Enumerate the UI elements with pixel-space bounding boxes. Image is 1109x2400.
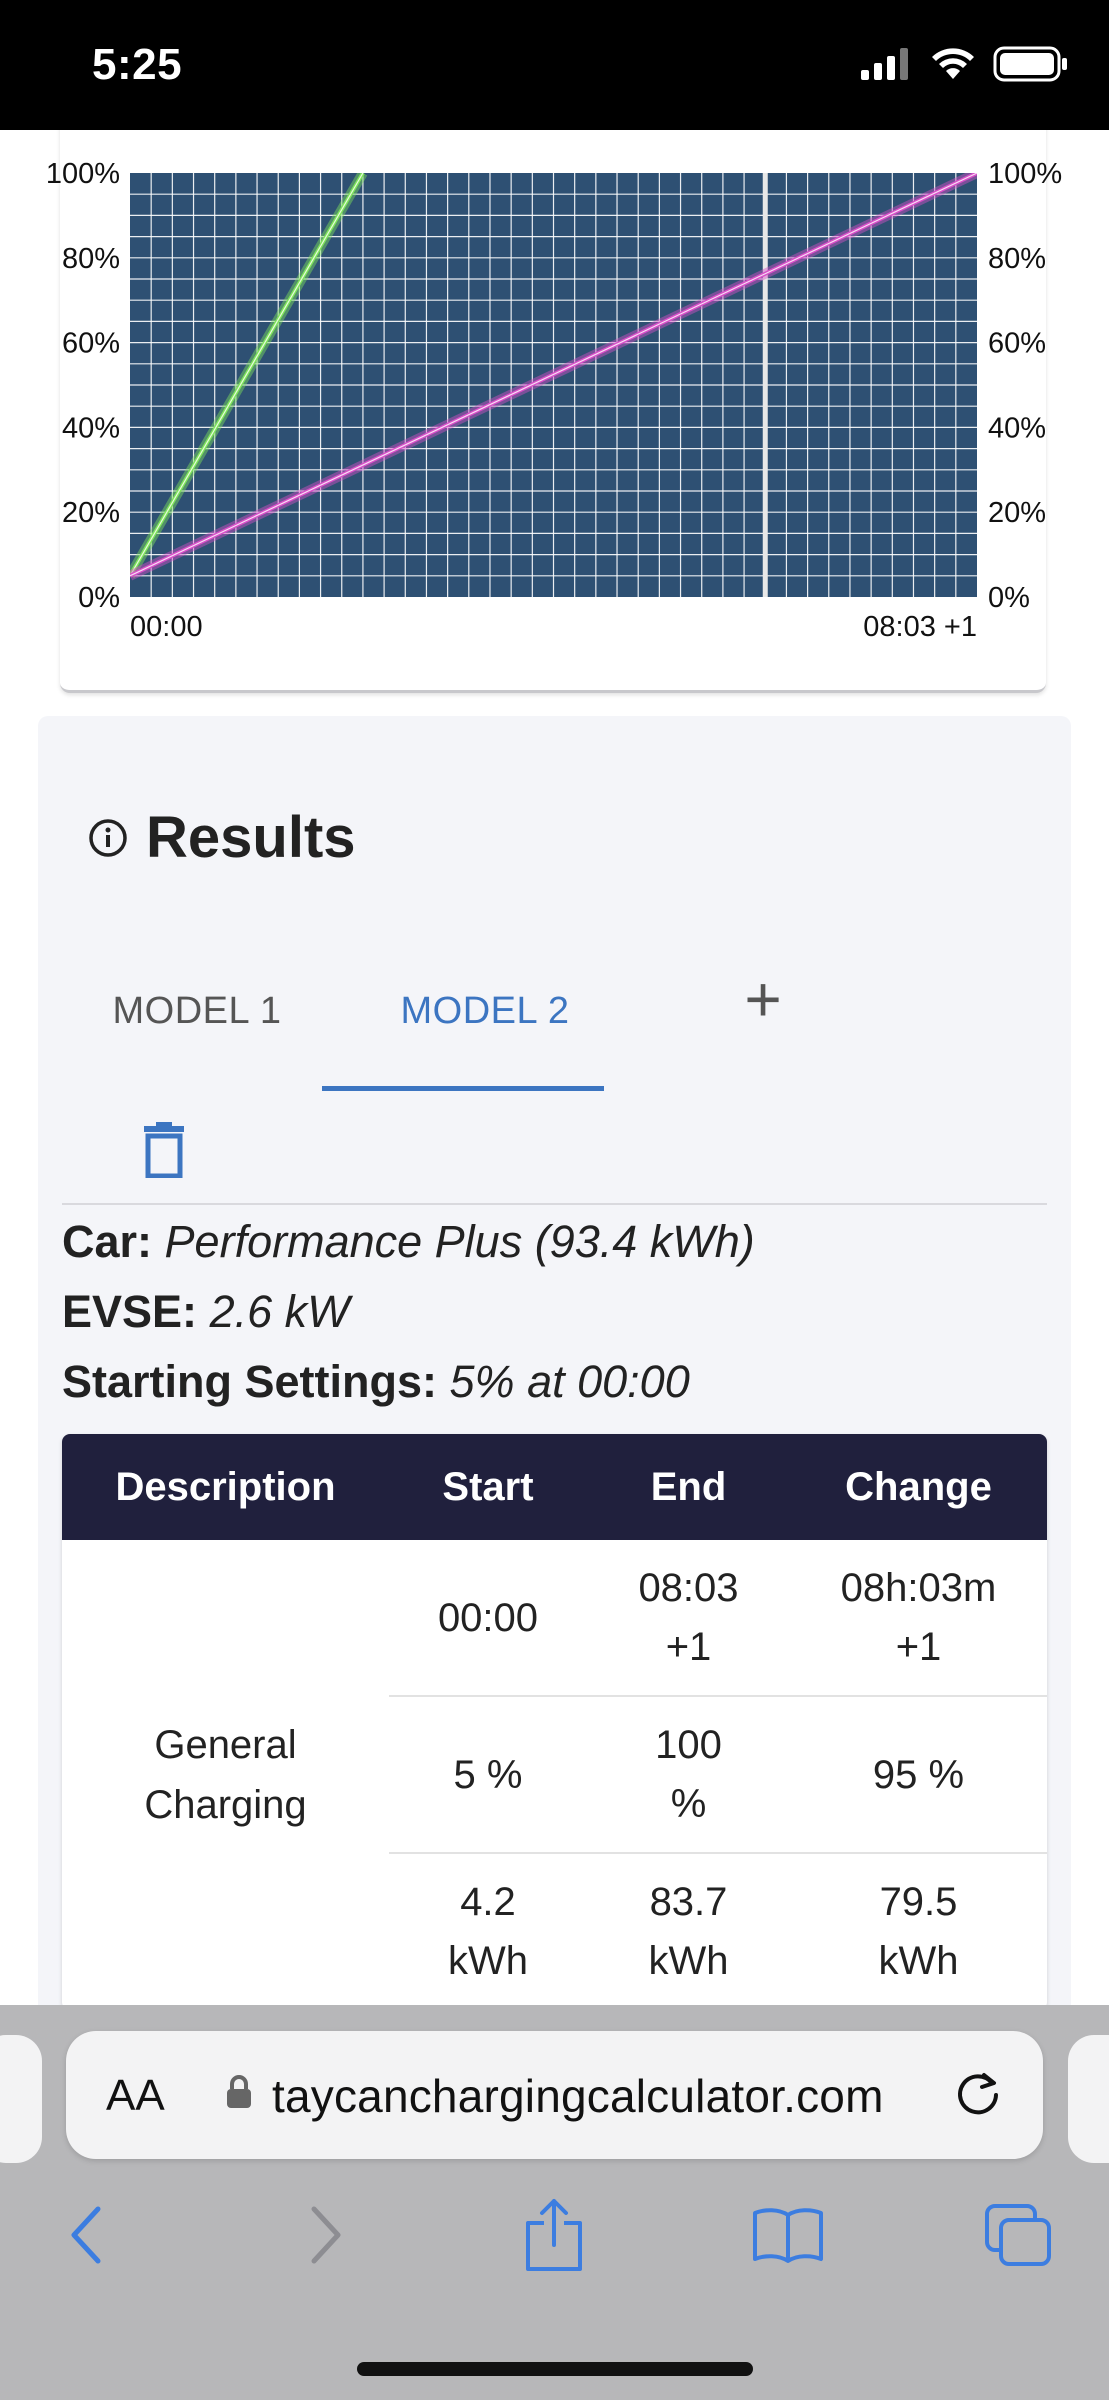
change-cell: 08h:03m +1 [840, 1566, 997, 1669]
column-header-description: Description [115, 1464, 336, 1509]
table-row-percent: 5 % 100% 95 % [389, 1697, 1047, 1853]
chart-y-tick-label-left: 20% [62, 497, 120, 529]
status-time: 5:25 [92, 40, 183, 89]
chart-y-tick-label-right: 60% [988, 328, 1046, 360]
info-icon [89, 818, 127, 857]
book-icon [753, 2208, 823, 2263]
chart-y-tick-label-left: 100% [46, 158, 120, 190]
chart-y-tick-label-right: 0% [988, 582, 1030, 614]
table-body: General Charging 00:00 08:03 +1 08h:03m +1… [62, 1540, 1047, 2005]
evse-info: EVSE: 2.6 kW [62, 1286, 350, 1338]
chart-y-tick-label-left: 80% [62, 243, 120, 275]
table-row-energy: 4.2 kWh 83.7 kWh 79.5 kWh [389, 1854, 1047, 2005]
description-cell: General Charging [62, 1540, 389, 2005]
page-content: 0% 0% 20% 20% 40% 40% 60% 60% 80% 80% 100% 100% 00:0… [0, 130, 1109, 2005]
end-cell: 83.7 kWh [648, 1880, 729, 1983]
previous-tab-preview[interactable] [0, 2035, 42, 2163]
tab-model-1[interactable]: MODEL 1 [62, 976, 332, 1046]
end-cell: 100% [655, 1723, 722, 1826]
back-button[interactable] [46, 2195, 126, 2275]
evse-value: 2.6 kW [209, 1286, 350, 1337]
wifi-icon [932, 48, 974, 79]
change-cell: 95 % [872, 1752, 965, 1797]
change-cell: 79.5 kWh [878, 1880, 959, 1983]
trash-icon [144, 1122, 184, 1178]
starting-settings-value: 5% at 00:00 [449, 1356, 690, 1407]
results-title: Results [146, 805, 356, 870]
share-button[interactable] [514, 2195, 594, 2275]
reload-icon[interactable] [950, 2067, 1006, 2123]
charging-chart-card: 0% 0% 20% 20% 40% 40% 60% 60% 80% 80% 100% 100% 00:0… [46, 130, 1062, 693]
address-bar[interactable]: AA taycanchargingcalculator.com [66, 2031, 1043, 2159]
chevron-right-icon [311, 2206, 341, 2264]
status-bar: 5:25 [0, 0, 1109, 130]
tabs-icon [985, 2204, 1051, 2266]
divider [62, 1203, 1047, 1205]
forward-button[interactable] [286, 2195, 366, 2275]
chart-x-tick-label: 08:03 +1 [863, 611, 977, 643]
battery-icon [993, 46, 1067, 82]
add-model-button[interactable]: + [728, 963, 798, 1035]
results-header: Results [88, 804, 356, 871]
home-indicator [357, 2362, 753, 2376]
browser-toolbar: AA taycanchargingcalculator.com [0, 2005, 1109, 2400]
charging-chart: 0% 0% 20% 20% 40% 40% 60% 60% 80% 80% 100% 100% 00:0… [46, 158, 1062, 643]
next-tab-preview[interactable] [1068, 2035, 1109, 2163]
starting-settings-label: Starting Settings: [62, 1356, 438, 1407]
delete-model-button[interactable] [133, 1119, 195, 1181]
chart-y-tick-label-left: 40% [62, 412, 120, 444]
start-cell: 5 % [453, 1752, 523, 1797]
url-text[interactable]: taycanchargingcalculator.com [272, 2069, 884, 2123]
page-settings-button[interactable]: AA [106, 2071, 165, 2121]
model-tabs: MODEL 1 MODEL 2 [62, 976, 1047, 1046]
description-line: General [154, 1723, 297, 1767]
share-icon [526, 2199, 582, 2271]
tab-model-2[interactable]: MODEL 2 [344, 976, 626, 1046]
lock-icon [227, 2075, 251, 2108]
results-card: Results MODEL 1 MODEL 2 + Car: Performan… [38, 716, 1071, 2005]
chart-y-tick-label-right: 20% [988, 497, 1046, 529]
chart-y-tick-label-right: 80% [988, 243, 1046, 275]
description-line: Charging [144, 1783, 307, 1827]
chevron-left-icon [71, 2206, 101, 2264]
chart-y-tick-label-left: 60% [62, 328, 120, 360]
results-table: Description Start End Change General Cha… [62, 1434, 1047, 2005]
table-header: Description Start End Change [62, 1434, 1047, 1540]
active-tab-indicator [322, 1086, 604, 1091]
car-value: Performance Plus (93.4 kWh) [164, 1216, 755, 1267]
chart-y-tick-label-left: 0% [78, 582, 120, 614]
signal-icon [861, 48, 908, 80]
start-cell: 4.2 kWh [448, 1880, 528, 1983]
status-icons [861, 46, 1069, 82]
evse-label: EVSE: [62, 1286, 198, 1337]
car-label: Car: [62, 1216, 153, 1267]
start-cell: 00:00 [437, 1595, 539, 1640]
chart-y-tick-label-right: 100% [988, 158, 1062, 190]
chart-y-tick-label-right: 40% [988, 412, 1046, 444]
bookmarks-button[interactable] [748, 2195, 828, 2275]
starting-settings-info: Starting Settings: 5% at 00:00 [62, 1356, 690, 1408]
car-info: Car: Performance Plus (93.4 kWh) [62, 1216, 755, 1268]
column-header-end: End [650, 1464, 727, 1509]
table-row-time: 00:00 08:03 +1 08h:03m +1 [389, 1540, 1047, 1696]
chart-x-tick-label: 00:00 [130, 611, 203, 643]
end-cell: 08:03 +1 [638, 1566, 739, 1669]
column-header-change: Change [845, 1464, 992, 1509]
column-header-start: Start [442, 1464, 534, 1509]
tabs-button[interactable] [978, 2195, 1058, 2275]
